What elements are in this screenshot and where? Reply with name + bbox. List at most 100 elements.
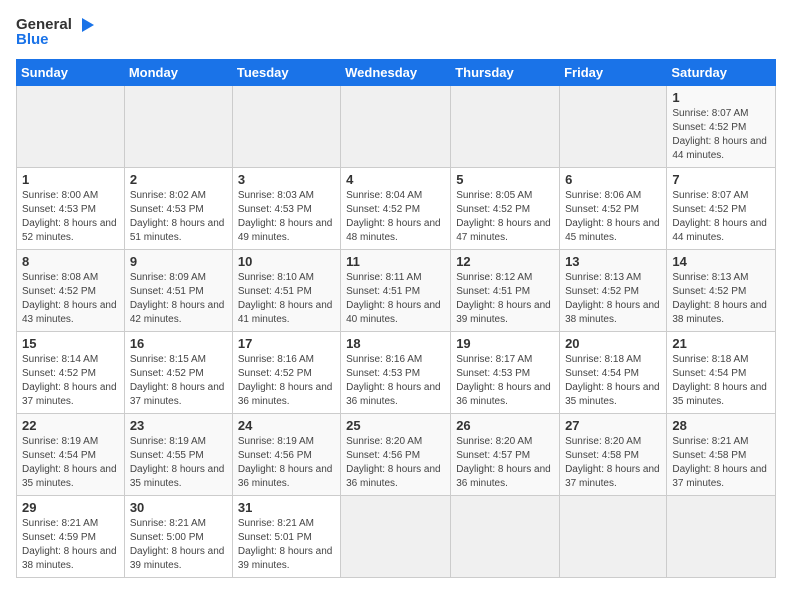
calendar-cell (451, 495, 560, 577)
day-number: 26 (456, 418, 554, 433)
day-header-friday: Friday (560, 59, 667, 85)
day-info: Sunrise: 8:02 AMSunset: 4:53 PMDaylight:… (130, 189, 227, 245)
calendar-cell (232, 85, 340, 167)
calendar-cell: 1 Sunrise: 8:07 AMSunset: 4:52 PMDaylight… (667, 85, 776, 167)
day-number: 1 (22, 172, 119, 187)
day-info: Sunrise: 8:13 AMSunset: 4:52 PMDaylight:… (672, 271, 770, 327)
calendar-cell: 22 Sunrise: 8:19 AMSunset: 4:54 PMDayligh… (17, 413, 125, 495)
calendar-cell: 13 Sunrise: 8:13 AMSunset: 4:52 PMDayligh… (560, 249, 667, 331)
day-number: 29 (22, 500, 119, 515)
calendar-cell: 21 Sunrise: 8:18 AMSunset: 4:54 PMDayligh… (667, 331, 776, 413)
day-number: 16 (130, 336, 227, 351)
calendar-table: SundayMondayTuesdayWednesdayThursdayFrid… (16, 59, 776, 578)
day-info: Sunrise: 8:10 AMSunset: 4:51 PMDaylight:… (238, 271, 335, 327)
day-number: 23 (130, 418, 227, 433)
calendar-cell: 6Sunrise: 8:06 AMSunset: 4:52 PMDaylight… (560, 167, 667, 249)
day-info: Sunrise: 8:19 AMSunset: 4:56 PMDaylight:… (238, 435, 335, 491)
day-info: Sunrise: 8:08 AMSunset: 4:52 PMDaylight:… (22, 271, 119, 327)
day-info: Sunrise: 8:21 AMSunset: 5:01 PMDaylight:… (238, 517, 335, 573)
day-info: Sunrise: 8:12 AMSunset: 4:51 PMDaylight:… (456, 271, 554, 327)
calendar-cell (341, 495, 451, 577)
calendar-cell (560, 495, 667, 577)
week-row-3: 15Sunrise: 8:14 AMSunset: 4:52 PMDayligh… (17, 331, 776, 413)
day-header-thursday: Thursday (451, 59, 560, 85)
calendar-cell: 17 Sunrise: 8:16 AMSunset: 4:52 PMDayligh… (232, 331, 340, 413)
day-info: Sunrise: 8:18 AMSunset: 4:54 PMDaylight:… (672, 353, 770, 409)
day-info: Sunrise: 8:03 AMSunset: 4:53 PMDaylight:… (238, 189, 335, 245)
calendar-cell: 26 Sunrise: 8:20 AMSunset: 4:57 PMDayligh… (451, 413, 560, 495)
calendar-cell: 25Sunrise: 8:20 AMSunset: 4:56 PMDayligh… (341, 413, 451, 495)
week-row-0: 1 Sunrise: 8:07 AMSunset: 4:52 PMDaylight… (17, 85, 776, 167)
day-info: Sunrise: 8:07 AMSunset: 4:52 PMDaylight:… (672, 107, 770, 163)
day-header-sunday: Sunday (17, 59, 125, 85)
calendar-cell (667, 495, 776, 577)
day-number: 3 (238, 172, 335, 187)
day-info: Sunrise: 8:04 AMSunset: 4:52 PMDaylight:… (346, 189, 445, 245)
day-info: Sunrise: 8:17 AMSunset: 4:53 PMDaylight:… (456, 353, 554, 409)
calendar-cell: 10 Sunrise: 8:10 AMSunset: 4:51 PMDayligh… (232, 249, 340, 331)
day-number: 5 (456, 172, 554, 187)
day-info: Sunrise: 8:15 AMSunset: 4:52 PMDaylight:… (130, 353, 227, 409)
calendar-cell: 3 Sunrise: 8:03 AMSunset: 4:53 PMDaylight… (232, 167, 340, 249)
calendar-cell: 4Sunrise: 8:04 AMSunset: 4:52 PMDaylight… (341, 167, 451, 249)
calendar-cell: 2 Sunrise: 8:02 AMSunset: 4:53 PMDaylight… (124, 167, 232, 249)
day-info: Sunrise: 8:21 AMSunset: 5:00 PMDaylight:… (130, 517, 227, 573)
day-info: Sunrise: 8:19 AMSunset: 4:54 PMDaylight:… (22, 435, 119, 491)
calendar-cell: 18Sunrise: 8:16 AMSunset: 4:53 PMDayligh… (341, 331, 451, 413)
calendar-cell: 8Sunrise: 8:08 AMSunset: 4:52 PMDaylight… (17, 249, 125, 331)
day-number: 14 (672, 254, 770, 269)
day-number: 28 (672, 418, 770, 433)
calendar-cell: 28 Sunrise: 8:21 AMSunset: 4:58 PMDayligh… (667, 413, 776, 495)
day-header-saturday: Saturday (667, 59, 776, 85)
day-info: Sunrise: 8:05 AMSunset: 4:52 PMDaylight:… (456, 189, 554, 245)
day-number: 21 (672, 336, 770, 351)
week-row-1: 1Sunrise: 8:00 AMSunset: 4:53 PMDaylight… (17, 167, 776, 249)
day-number: 1 (672, 90, 770, 105)
calendar-cell: 27Sunrise: 8:20 AMSunset: 4:58 PMDayligh… (560, 413, 667, 495)
calendar-cell: 20 Sunrise: 8:18 AMSunset: 4:54 PMDayligh… (560, 331, 667, 413)
calendar-cell: 23 Sunrise: 8:19 AMSunset: 4:55 PMDayligh… (124, 413, 232, 495)
calendar-cell: 14 Sunrise: 8:13 AMSunset: 4:52 PMDayligh… (667, 249, 776, 331)
calendar-cell: 19 Sunrise: 8:17 AMSunset: 4:53 PMDayligh… (451, 331, 560, 413)
logo: General Blue (16, 16, 96, 49)
day-info: Sunrise: 8:13 AMSunset: 4:52 PMDaylight:… (565, 271, 661, 327)
day-number: 17 (238, 336, 335, 351)
day-number: 19 (456, 336, 554, 351)
day-number: 31 (238, 500, 335, 515)
day-info: Sunrise: 8:20 AMSunset: 4:57 PMDaylight:… (456, 435, 554, 491)
day-number: 10 (238, 254, 335, 269)
day-number: 30 (130, 500, 227, 515)
calendar-cell: 1Sunrise: 8:00 AMSunset: 4:53 PMDaylight… (17, 167, 125, 249)
day-number: 7 (672, 172, 770, 187)
day-number: 11 (346, 254, 445, 269)
day-info: Sunrise: 8:18 AMSunset: 4:54 PMDaylight:… (565, 353, 661, 409)
day-number: 22 (22, 418, 119, 433)
calendar-cell: 12 Sunrise: 8:12 AMSunset: 4:51 PMDayligh… (451, 249, 560, 331)
day-info: Sunrise: 8:06 AMSunset: 4:52 PMDaylight:… (565, 189, 661, 245)
day-header-tuesday: Tuesday (232, 59, 340, 85)
week-row-5: 29Sunrise: 8:21 AMSunset: 4:59 PMDayligh… (17, 495, 776, 577)
day-header-wednesday: Wednesday (341, 59, 451, 85)
calendar-cell (341, 85, 451, 167)
day-info: Sunrise: 8:11 AMSunset: 4:51 PMDaylight:… (346, 271, 445, 327)
calendar-cell: 16 Sunrise: 8:15 AMSunset: 4:52 PMDayligh… (124, 331, 232, 413)
day-info: Sunrise: 8:21 AMSunset: 4:58 PMDaylight:… (672, 435, 770, 491)
day-number: 9 (130, 254, 227, 269)
day-info: Sunrise: 8:19 AMSunset: 4:55 PMDaylight:… (130, 435, 227, 491)
calendar-cell (560, 85, 667, 167)
day-number: 13 (565, 254, 661, 269)
calendar-cell (451, 85, 560, 167)
day-info: Sunrise: 8:20 AMSunset: 4:56 PMDaylight:… (346, 435, 445, 491)
day-info: Sunrise: 8:16 AMSunset: 4:52 PMDaylight:… (238, 353, 335, 409)
day-number: 12 (456, 254, 554, 269)
calendar-cell: 11 Sunrise: 8:11 AMSunset: 4:51 PMDayligh… (341, 249, 451, 331)
calendar-cell: 24Sunrise: 8:19 AMSunset: 4:56 PMDayligh… (232, 413, 340, 495)
calendar-cell: 15Sunrise: 8:14 AMSunset: 4:52 PMDayligh… (17, 331, 125, 413)
day-header-monday: Monday (124, 59, 232, 85)
header-row: SundayMondayTuesdayWednesdayThursdayFrid… (17, 59, 776, 85)
day-info: Sunrise: 8:07 AMSunset: 4:52 PMDaylight:… (672, 189, 770, 245)
day-number: 2 (130, 172, 227, 187)
day-number: 20 (565, 336, 661, 351)
header: General Blue (16, 16, 776, 49)
week-row-2: 8Sunrise: 8:08 AMSunset: 4:52 PMDaylight… (17, 249, 776, 331)
